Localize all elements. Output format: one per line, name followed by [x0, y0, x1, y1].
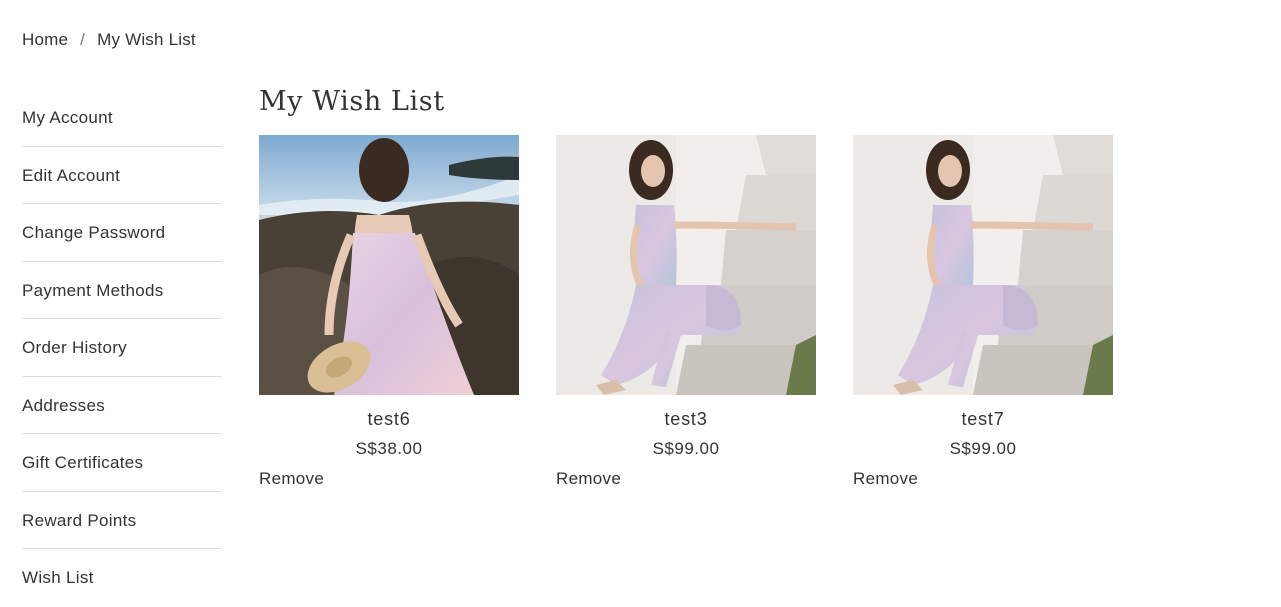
breadcrumb: Home / My Wish List	[22, 30, 196, 50]
breadcrumb-current: My Wish List	[97, 30, 196, 49]
wishlist-item: test6 S$38.00 Remove	[259, 135, 519, 489]
wishlist-item: test3 S$99.00 Remove	[556, 135, 816, 489]
sidebar-item-edit-account[interactable]: Edit Account	[22, 147, 222, 204]
account-sidebar: My Account Edit Account Change Password …	[22, 89, 222, 607]
sidebar-item-label: Reward Points	[22, 510, 137, 530]
sidebar-item-wish-list[interactable]: Wish List	[22, 549, 222, 607]
page-title: My Wish List	[259, 86, 445, 117]
wishlist-item: test7 S$99.00 Remove	[853, 135, 1113, 489]
product-image[interactable]	[556, 135, 816, 395]
product-name[interactable]: test7	[853, 409, 1113, 430]
breadcrumb-separator: /	[80, 30, 86, 49]
sidebar-item-addresses[interactable]: Addresses	[22, 377, 222, 434]
remove-button[interactable]: Remove	[556, 469, 621, 489]
product-name[interactable]: test3	[556, 409, 816, 430]
sidebar-item-order-history[interactable]: Order History	[22, 319, 222, 377]
product-photo	[853, 135, 1113, 395]
sidebar-item-label: Payment Methods	[22, 280, 164, 300]
product-price: S$99.00	[949, 439, 1017, 458]
sidebar-item-label: Wish List	[22, 568, 94, 587]
sidebar-item-change-password[interactable]: Change Password	[22, 204, 222, 262]
sidebar-item-label: Change Password	[22, 223, 166, 242]
breadcrumb-home-link[interactable]: Home	[22, 30, 68, 49]
sidebar-item-reward-points[interactable]: Reward Points	[22, 492, 222, 549]
remove-button[interactable]: Remove	[853, 469, 918, 489]
sidebar-item-gift-certificates[interactable]: Gift Certificates	[22, 434, 222, 492]
sidebar-item-label: My Account	[22, 108, 113, 127]
product-photo	[556, 135, 816, 395]
product-image[interactable]	[259, 135, 519, 395]
sidebar-item-label: Order History	[22, 338, 127, 357]
product-name[interactable]: test6	[259, 409, 519, 430]
product-price: S$99.00	[652, 439, 720, 458]
sidebar-item-label: Edit Account	[22, 165, 121, 185]
product-price: S$38.00	[355, 439, 423, 458]
sidebar-item-label: Addresses	[22, 395, 106, 415]
sidebar-item-payment-methods[interactable]: Payment Methods	[22, 262, 222, 319]
remove-button[interactable]: Remove	[259, 469, 324, 489]
product-image[interactable]	[853, 135, 1113, 395]
sidebar-item-my-account[interactable]: My Account	[22, 89, 222, 147]
product-photo	[259, 135, 519, 395]
sidebar-item-label: Gift Certificates	[22, 453, 144, 472]
